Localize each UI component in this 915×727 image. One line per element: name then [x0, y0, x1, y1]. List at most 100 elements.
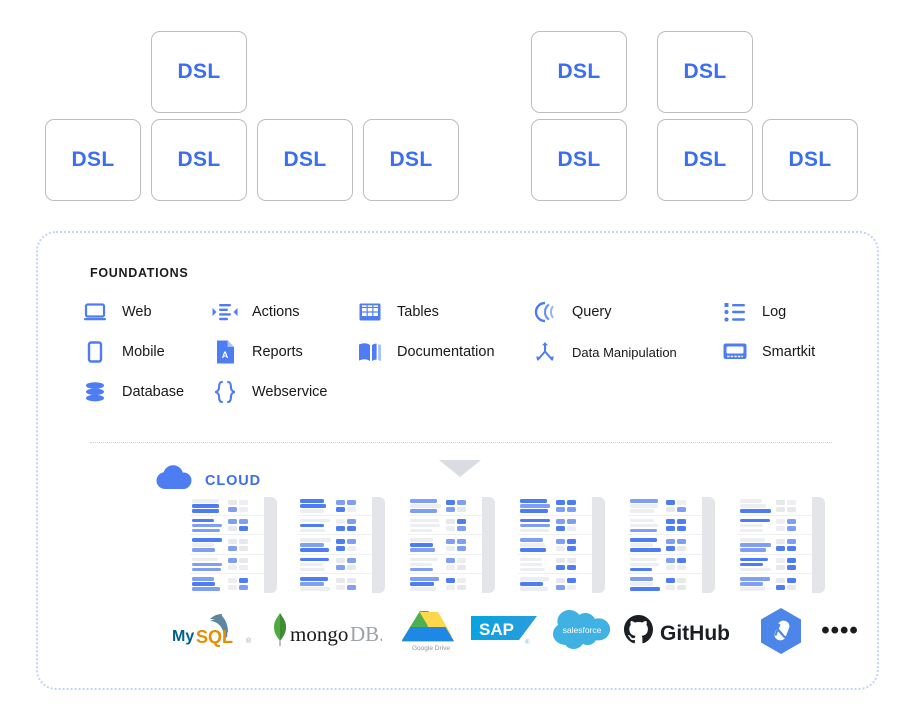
server-rack-unit — [190, 516, 264, 535]
svg-text:salesforce: salesforce — [563, 625, 602, 635]
server-rack-unit — [298, 574, 372, 594]
cloud-icon — [156, 465, 192, 496]
dsl-box[interactable]: DSL — [151, 119, 247, 201]
mobile-icon — [82, 339, 108, 365]
dsl-box-label: DSL — [683, 60, 727, 83]
server-rack — [298, 496, 385, 594]
foundation-item[interactable]: Documentation — [357, 335, 495, 369]
server-rack-unit — [628, 496, 702, 516]
foundation-item[interactable]: Data Manipulation — [532, 335, 677, 369]
svg-text:Google Drive: Google Drive — [412, 645, 450, 652]
query-waves-icon — [532, 299, 558, 325]
server-rack-body — [628, 496, 702, 594]
svg-text:®: ® — [246, 637, 252, 645]
server-rack — [190, 496, 277, 594]
foundation-item-label: Reports — [252, 344, 303, 360]
dsl-box-label: DSL — [389, 148, 433, 171]
dsl-box[interactable]: DSL — [257, 119, 353, 201]
server-rack-side-panel — [812, 497, 825, 593]
server-rack — [518, 496, 605, 594]
foundation-item[interactable]: A Reports — [212, 335, 303, 369]
foundation-item-label: Mobile — [122, 344, 165, 360]
pdf-icon: A — [212, 339, 238, 365]
foundation-item-label: Query — [572, 304, 612, 320]
dsl-box[interactable]: DSL — [531, 119, 627, 201]
server-rack-body — [298, 496, 372, 594]
foundation-item[interactable]: Database — [82, 375, 184, 409]
salesforce-logo[interactable]: salesforce — [544, 608, 620, 654]
integration-logos: My SQL ® mongo DB. Google Drive SAP ® sa… — [138, 608, 858, 668]
dsl-box[interactable]: DSL — [363, 119, 459, 201]
data-manipulation-icon — [532, 339, 558, 365]
dsl-box[interactable]: DSL — [531, 31, 627, 113]
foundation-item[interactable]: Query — [532, 295, 612, 329]
dsl-box[interactable]: DSL — [657, 119, 753, 201]
svg-text:SQL: SQL — [196, 627, 233, 647]
foundation-item[interactable]: Mobile — [82, 335, 165, 369]
server-rack-unit — [738, 516, 812, 535]
list-icon — [722, 299, 748, 325]
dsl-box-label: DSL — [788, 148, 832, 171]
server-rack-unit — [628, 516, 702, 535]
dsl-box[interactable]: DSL — [762, 119, 858, 201]
dsl-box[interactable]: DSL — [657, 31, 753, 113]
server-rack-unit — [628, 555, 702, 574]
book-icon — [357, 339, 383, 365]
dsl-boxes-layer: DSL DSL DSL DSL DSL DSL DSL DSL DSL DSL — [0, 0, 915, 215]
cloud-label: CLOUD — [205, 472, 262, 489]
server-rack-unit — [190, 496, 264, 516]
hexagon-logo[interactable] — [750, 608, 812, 654]
server-rack-side-panel — [264, 497, 277, 593]
server-rack-unit — [518, 535, 592, 555]
server-rack-unit — [738, 574, 812, 594]
foundation-item[interactable]: Web — [82, 295, 152, 329]
server-rack-body — [738, 496, 812, 594]
mongodb-logo[interactable]: mongo DB. — [264, 608, 384, 654]
server-rack-unit — [628, 535, 702, 555]
dsl-box-label: DSL — [557, 148, 601, 171]
foundations-title: FOUNDATIONS — [90, 266, 189, 280]
server-rack — [628, 496, 715, 594]
svg-text:mongo: mongo — [290, 622, 348, 646]
server-rack-body — [408, 496, 482, 594]
foundation-item[interactable]: Tables — [357, 295, 439, 329]
server-rack-unit — [298, 535, 372, 555]
ellipsis-logo[interactable]: •••• — [812, 608, 868, 654]
dsl-box-label: DSL — [557, 60, 601, 83]
foundation-item[interactable]: Actions — [212, 295, 300, 329]
ellipsis-label: •••• — [821, 617, 859, 644]
foundation-item-label: Log — [762, 304, 787, 320]
google-drive-logo[interactable]: Google Drive — [390, 608, 468, 654]
server-rack-unit — [408, 555, 482, 574]
table-grid-icon — [357, 299, 383, 325]
mysql-logo[interactable]: My SQL ® — [168, 608, 264, 654]
foundation-item-label: Actions — [252, 304, 300, 320]
foundation-item[interactable]: Log — [722, 295, 786, 329]
server-rack-side-panel — [482, 497, 495, 593]
braces-icon — [212, 379, 238, 405]
server-rack-unit — [738, 555, 812, 574]
sap-logo[interactable]: SAP ® — [468, 608, 544, 654]
dsl-box[interactable]: DSL — [45, 119, 141, 201]
server-rack-unit — [408, 535, 482, 555]
server-rack — [408, 496, 495, 594]
foundations-panel: FOUNDATIONS Web Mobile Database Actions … — [36, 231, 879, 690]
github-logo[interactable]: GitHub — [620, 608, 750, 654]
server-rack-side-panel — [372, 497, 385, 593]
server-rack-unit — [298, 496, 372, 516]
server-rack-unit — [518, 555, 592, 574]
laptop-icon — [82, 299, 108, 325]
foundation-item[interactable]: Webservice — [212, 375, 327, 409]
server-rack-unit — [408, 574, 482, 594]
server-rack-unit — [190, 535, 264, 555]
dsl-box[interactable]: DSL — [151, 31, 247, 113]
panel-divider — [90, 442, 832, 443]
foundation-item[interactable]: Smartkit — [722, 335, 815, 369]
database-icon — [82, 379, 108, 405]
svg-text:GitHub: GitHub — [660, 622, 730, 645]
smartkit-icon — [722, 339, 748, 365]
svg-text:DB.: DB. — [350, 622, 382, 646]
server-rack-unit — [738, 535, 812, 555]
foundation-item-label: Smartkit — [762, 344, 816, 360]
svg-text:A: A — [222, 350, 229, 360]
